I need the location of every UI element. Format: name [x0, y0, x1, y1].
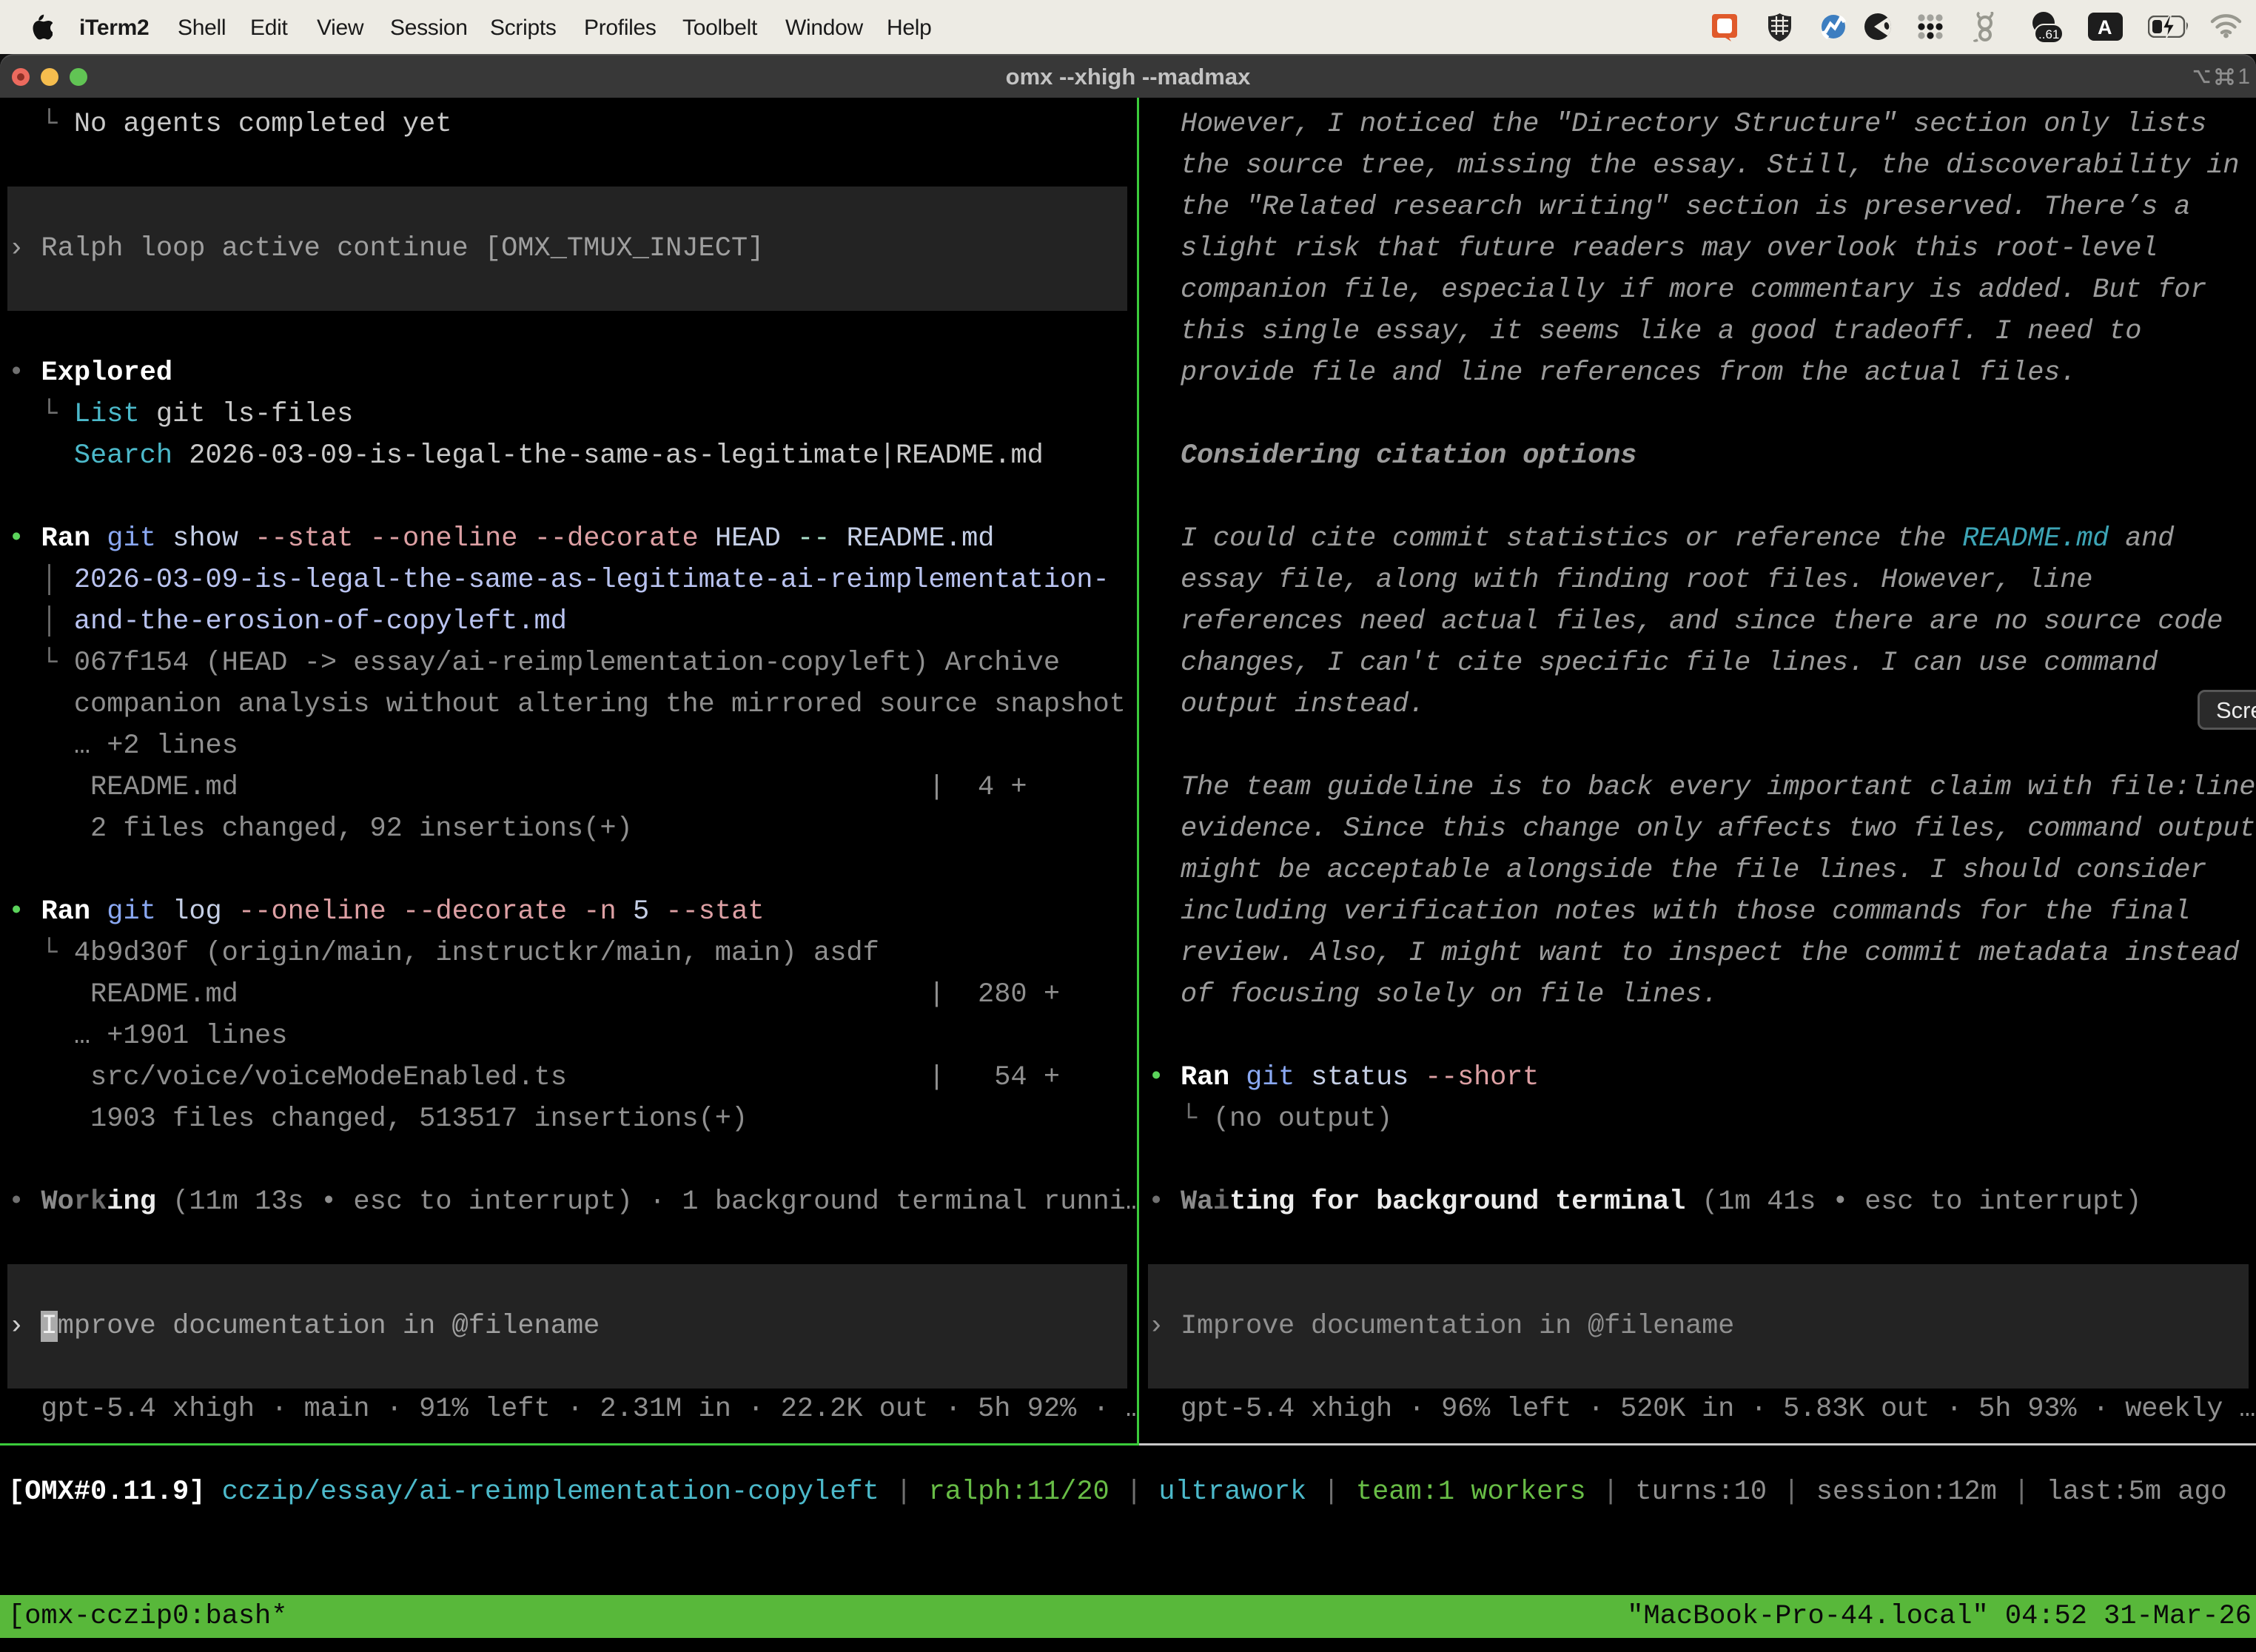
svg-text:..61: ..61: [2038, 27, 2059, 41]
svg-text:A: A: [2098, 16, 2112, 38]
